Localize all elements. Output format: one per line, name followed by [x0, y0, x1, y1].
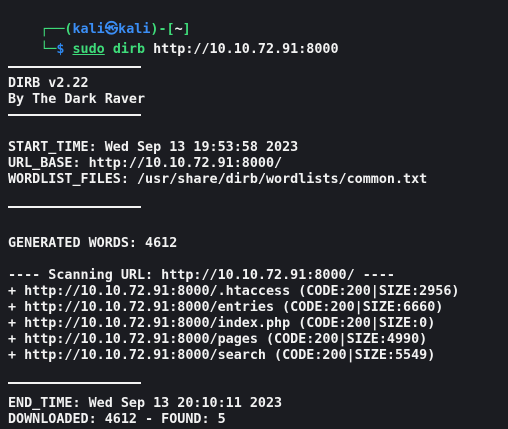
- wordlist-files: WORDLIST_FILES: /usr/share/dirb/wordlist…: [8, 172, 428, 187]
- start-time: START_TIME: Wed Sep 13 19:53:58 2023: [8, 140, 299, 155]
- command-sudo: sudo: [72, 42, 105, 57]
- end-time: END_TIME: Wed Sep 13 20:10:11 2023: [8, 396, 283, 411]
- result-line: + http://10.10.72.91:8000/entries (CODE:…: [8, 300, 444, 315]
- downloaded-summary: DOWNLOADED: 4612 - FOUND: 5: [8, 412, 226, 427]
- separator: [8, 206, 141, 208]
- result-line: + http://10.10.72.91:8000/.htaccess (COD…: [8, 284, 460, 299]
- command-line[interactable]: └─$ sudo dirb http://10.10.72.91:8000: [8, 26, 338, 57]
- banner-version: DIRB v2.22: [8, 76, 89, 91]
- command-binary: dirb: [112, 42, 146, 57]
- url-base: URL_BASE: http://10.10.72.91:8000/: [8, 156, 283, 171]
- separator: [8, 114, 141, 116]
- prompt-box-bottom: └─: [40, 42, 57, 57]
- command-argument: http://10.10.72.91:8000: [153, 42, 339, 57]
- prompt-line: ┌──(kali㉿kali)-[~]: [8, 6, 190, 37]
- banner-author: By The Dark Raver: [8, 92, 146, 107]
- separator: [8, 66, 141, 68]
- separator: [8, 382, 141, 384]
- terminal-window[interactable]: ┌──(kali㉿kali)-[~] └─$ sudo dirb http://…: [0, 0, 508, 429]
- result-line: + http://10.10.72.91:8000/pages (CODE:20…: [8, 332, 428, 347]
- generated-words: GENERATED WORDS: 4612: [8, 236, 178, 251]
- result-line: + http://10.10.72.91:8000/search (CODE:2…: [8, 348, 436, 363]
- prompt-symbol: $: [56, 42, 65, 57]
- result-line: + http://10.10.72.91:8000/index.php (COD…: [8, 316, 436, 331]
- scan-header: ---- Scanning URL: http://10.10.72.91:80…: [8, 268, 395, 283]
